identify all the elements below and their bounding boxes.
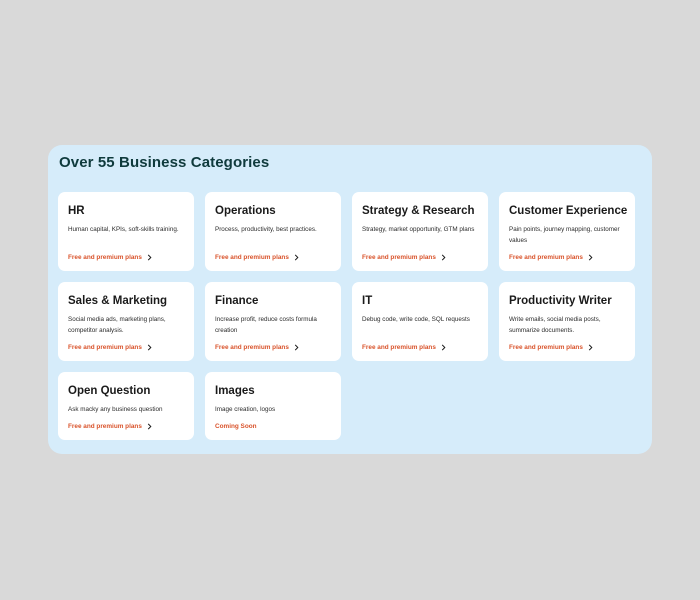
chevron-right-icon <box>441 344 446 351</box>
categories-grid: HR Human capital, KPIs, soft-skills trai… <box>58 192 635 440</box>
panel-title: Over 55 Business Categories <box>59 154 270 171</box>
card-description: Strategy, market opportunity, GTM plans <box>362 226 475 233</box>
plans-link-label: Free and premium plans <box>68 254 142 261</box>
plans-link[interactable]: Free and premium plans <box>68 344 152 351</box>
card-title: Productivity Writer <box>509 295 612 307</box>
coming-soon-label: Coming Soon <box>215 423 257 430</box>
category-card-strategy-research[interactable]: Strategy & Research Strategy, market opp… <box>352 192 488 271</box>
chevron-right-icon <box>147 423 152 430</box>
card-description: Debug code, write code, SQL requests <box>362 316 470 323</box>
category-card-it[interactable]: IT Debug code, write code, SQL requests … <box>352 282 488 361</box>
plans-link-label: Free and premium plans <box>509 344 583 351</box>
coming-soon-text: Coming Soon <box>215 423 257 430</box>
category-card-images[interactable]: Images Image creation, logos Coming Soon <box>205 372 341 440</box>
category-card-productivity-writer[interactable]: Productivity Writer Write emails, social… <box>499 282 635 361</box>
card-title: Open Question <box>68 385 151 397</box>
card-description: Image creation, logos <box>215 406 276 413</box>
plans-link-label: Free and premium plans <box>509 254 583 261</box>
plans-link[interactable]: Free and premium plans <box>68 254 152 261</box>
plans-link-label: Free and premium plans <box>68 344 142 351</box>
plans-link-label: Free and premium plans <box>68 423 142 430</box>
plans-link[interactable]: Free and premium plans <box>362 254 446 261</box>
categories-panel: Over 55 Business Categories HR Human cap… <box>48 145 652 454</box>
plans-link[interactable]: Free and premium plans <box>215 254 299 261</box>
card-title: Images <box>215 385 255 397</box>
card-title: HR <box>68 205 85 217</box>
chevron-right-icon <box>147 254 152 261</box>
category-card-open-question[interactable]: Open Question Ask macky any business que… <box>58 372 194 440</box>
chevron-right-icon <box>147 344 152 351</box>
card-title: Finance <box>215 295 259 307</box>
card-title: Sales & Marketing <box>68 295 168 307</box>
plans-link-label: Free and premium plans <box>215 254 289 261</box>
plans-link[interactable]: Free and premium plans <box>362 344 446 351</box>
plans-link[interactable]: Free and premium plans <box>509 254 593 261</box>
chevron-right-icon <box>294 344 299 351</box>
plans-link-label: Free and premium plans <box>362 254 436 261</box>
card-title: Operations <box>215 205 276 217</box>
card-description: Ask macky any business question <box>68 406 163 413</box>
card-description: Human capital, KPIs, soft-skills trainin… <box>68 226 179 233</box>
category-card-sales-marketing[interactable]: Sales & Marketing Social media ads, mark… <box>58 282 194 361</box>
card-description: Pain points, journey mapping, customer v… <box>509 226 620 244</box>
card-description: Social media ads, marketing plans, compe… <box>68 316 166 334</box>
category-card-hr[interactable]: HR Human capital, KPIs, soft-skills trai… <box>58 192 194 271</box>
category-card-customer-experience[interactable]: Customer Experience Pain points, journey… <box>499 192 635 271</box>
plans-link-label: Free and premium plans <box>362 344 436 351</box>
card-description: Write emails, social media posts, summar… <box>509 316 601 334</box>
chevron-right-icon <box>294 254 299 261</box>
card-description: Increase profit, reduce costs formula cr… <box>215 316 317 334</box>
chevron-right-icon <box>588 344 593 351</box>
category-card-finance[interactable]: Finance Increase profit, reduce costs fo… <box>205 282 341 361</box>
card-title: Strategy & Research <box>362 205 475 217</box>
plans-link[interactable]: Free and premium plans <box>215 344 299 351</box>
card-description: Process, productivity, best practices. <box>215 226 317 233</box>
chevron-right-icon <box>441 254 446 261</box>
card-title: IT <box>362 295 373 307</box>
card-title: Customer Experience <box>509 205 628 217</box>
plans-link-label: Free and premium plans <box>215 344 289 351</box>
chevron-right-icon <box>588 254 593 261</box>
plans-link[interactable]: Free and premium plans <box>509 344 593 351</box>
plans-link[interactable]: Free and premium plans <box>68 423 152 430</box>
category-card-operations[interactable]: Operations Process, productivity, best p… <box>205 192 341 271</box>
